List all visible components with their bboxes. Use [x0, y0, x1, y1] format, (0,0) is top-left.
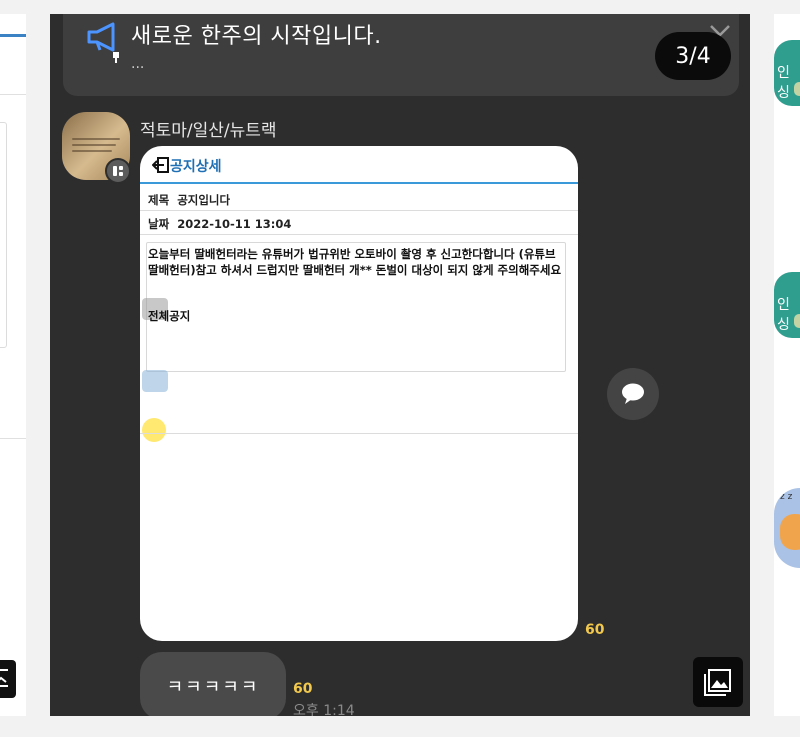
notice-banner[interactable]: 새로운 한주의 시작입니다. ... — [63, 14, 739, 96]
left-panel-accent-line — [0, 34, 26, 37]
image-header-rule — [140, 182, 578, 184]
right-panel: 인싱 인싱 z z — [774, 14, 800, 716]
gallery-icon — [704, 669, 731, 696]
gallery-button[interactable] — [693, 657, 743, 707]
row-divider — [140, 210, 578, 211]
date-label: 날짜 — [148, 217, 170, 231]
subject-value: 공지입니다 — [177, 193, 231, 207]
share-button[interactable] — [607, 368, 659, 420]
notice-body: 오늘부터 딸배헌터라는 유튜버가 법규위반 오토바이 촬영 후 신고한다합니다 … — [148, 247, 562, 277]
subject-row: 제목 공지입니다 — [148, 192, 230, 208]
new-badge-icon — [142, 370, 168, 392]
row-divider — [140, 433, 578, 434]
notice-title: 새로운 한주의 시작입니다. — [131, 24, 382, 49]
character-avatar[interactable]: z z — [774, 488, 800, 568]
speech-bubble-icon — [622, 383, 644, 404]
date-row: 날짜 2022-10-11 13:04 — [148, 216, 291, 232]
avatar-text-line — [72, 144, 116, 146]
message-image[interactable]: 공지상세 제목 공지입니다 날짜 2022-10-11 13:04 오늘부터 딸… — [140, 146, 578, 641]
image-header: 공지상세 — [170, 159, 222, 175]
unread-count: 60 — [293, 681, 313, 697]
sleep-icon: z z — [780, 492, 793, 502]
date-value: 2022-10-11 13:04 — [177, 217, 292, 231]
exit-icon — [152, 157, 169, 173]
avatar-figure — [794, 314, 800, 328]
character-face — [780, 514, 800, 550]
talk-icon — [142, 418, 166, 442]
chat-room: 새로운 한주의 시작입니다. ... 3/4 적토마/일산/뉴트랙 공지상세 제… — [50, 14, 750, 716]
image-page-indicator: 3/4 — [655, 32, 731, 80]
profile-badge-icon — [105, 158, 131, 184]
left-panel-divider — [0, 94, 26, 95]
notice-ellipsis: ... — [131, 56, 145, 72]
avatar-text-line — [72, 138, 120, 140]
friend-avatar[interactable]: 인싱 — [774, 40, 800, 106]
unread-count: 60 — [585, 622, 605, 638]
friend-avatar[interactable]: 인싱 — [774, 272, 800, 338]
avatar-text-line — [72, 150, 112, 152]
gallery-button[interactable] — [0, 660, 16, 698]
left-panel-box — [0, 122, 7, 348]
sender-name: 적토마/일산/뉴트랙 — [140, 121, 277, 141]
notice-category: 전체공지 — [148, 309, 191, 323]
gallery-icon — [0, 669, 8, 687]
megaphone-icon — [87, 22, 119, 63]
left-panel — [0, 14, 26, 716]
message-time: 오후 1:14 — [293, 703, 355, 716]
row-divider — [140, 234, 578, 235]
message-bubble[interactable]: ㅋㅋㅋㅋㅋ — [140, 652, 286, 716]
avatar-figure — [794, 82, 800, 96]
left-panel-divider — [0, 438, 26, 439]
subject-label: 제목 — [148, 193, 170, 207]
